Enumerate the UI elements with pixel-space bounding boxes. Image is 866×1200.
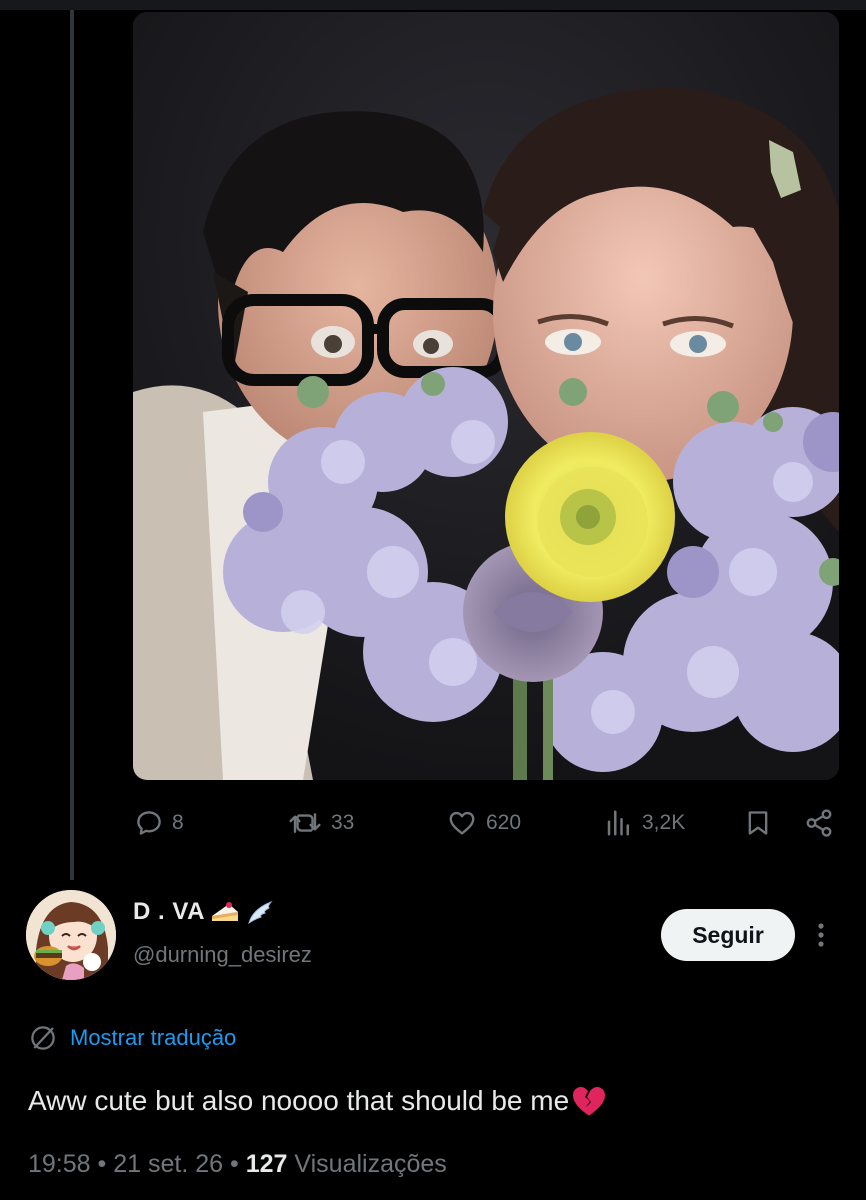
reply-button[interactable]: 8: [134, 800, 184, 846]
post-metadata: 19:58 • 21 set. 26 • 127 Visualizações: [28, 1150, 447, 1179]
share-icon: [806, 809, 832, 837]
like-count: 620: [486, 811, 522, 834]
broken-heart-icon: [571, 1085, 607, 1117]
meta-separator: •: [230, 1150, 239, 1178]
user-handle[interactable]: @durning_desirez: [133, 942, 312, 968]
thread-connector-line: [70, 10, 74, 880]
share-button[interactable]: [804, 800, 834, 846]
post-time[interactable]: 19:58: [28, 1150, 91, 1178]
repost-icon: [289, 813, 321, 833]
bookmark-icon: [748, 811, 768, 835]
reply-icon: [137, 811, 161, 835]
couple-bouquet-photo: [133, 12, 839, 780]
analytics-icon: [607, 810, 629, 836]
views-button[interactable]: 3,2K: [604, 800, 685, 846]
repost-button[interactable]: 33: [287, 800, 354, 846]
translate-label: Mostrar tradução: [70, 1025, 237, 1050]
post-detail-view: 8 33 620 3,2K D . VA @durning_desirez Se…: [0, 0, 866, 1200]
bookmark-button[interactable]: [744, 800, 772, 846]
post-image[interactable]: [133, 12, 839, 780]
views-count: 3,2K: [642, 811, 686, 834]
meta-separator: •: [97, 1150, 107, 1178]
display-name[interactable]: D . VA: [133, 898, 275, 926]
views-label: Visualizações: [294, 1150, 447, 1178]
reply-text-content: Aww cute but also noooo that should be m…: [28, 1085, 570, 1116]
show-translation-link[interactable]: Mostrar tradução: [28, 1023, 236, 1053]
more-vertical-icon: [818, 923, 824, 947]
follow-button[interactable]: Seguir: [661, 909, 795, 961]
heart-icon: [449, 811, 475, 835]
reply-text: Aww cute but also noooo that should be m…: [28, 1085, 607, 1117]
avatar[interactable]: [26, 890, 116, 980]
reply-count: 8: [172, 811, 184, 834]
header-strip: [0, 0, 866, 10]
display-name-text: D . VA: [133, 898, 205, 925]
globe-translate-icon: [31, 1026, 55, 1050]
cake-slice-icon: [209, 899, 241, 925]
more-options-button[interactable]: [806, 918, 836, 952]
post-date[interactable]: 21 set. 26: [113, 1150, 223, 1178]
views-count-number[interactable]: 127: [246, 1150, 288, 1178]
dva-avatar-image: [26, 890, 116, 980]
wing-icon: [245, 899, 275, 925]
repost-count: 33: [331, 811, 355, 834]
like-button[interactable]: 620: [446, 800, 521, 846]
post-actions-bar: 8 33 620 3,2K: [0, 800, 866, 846]
